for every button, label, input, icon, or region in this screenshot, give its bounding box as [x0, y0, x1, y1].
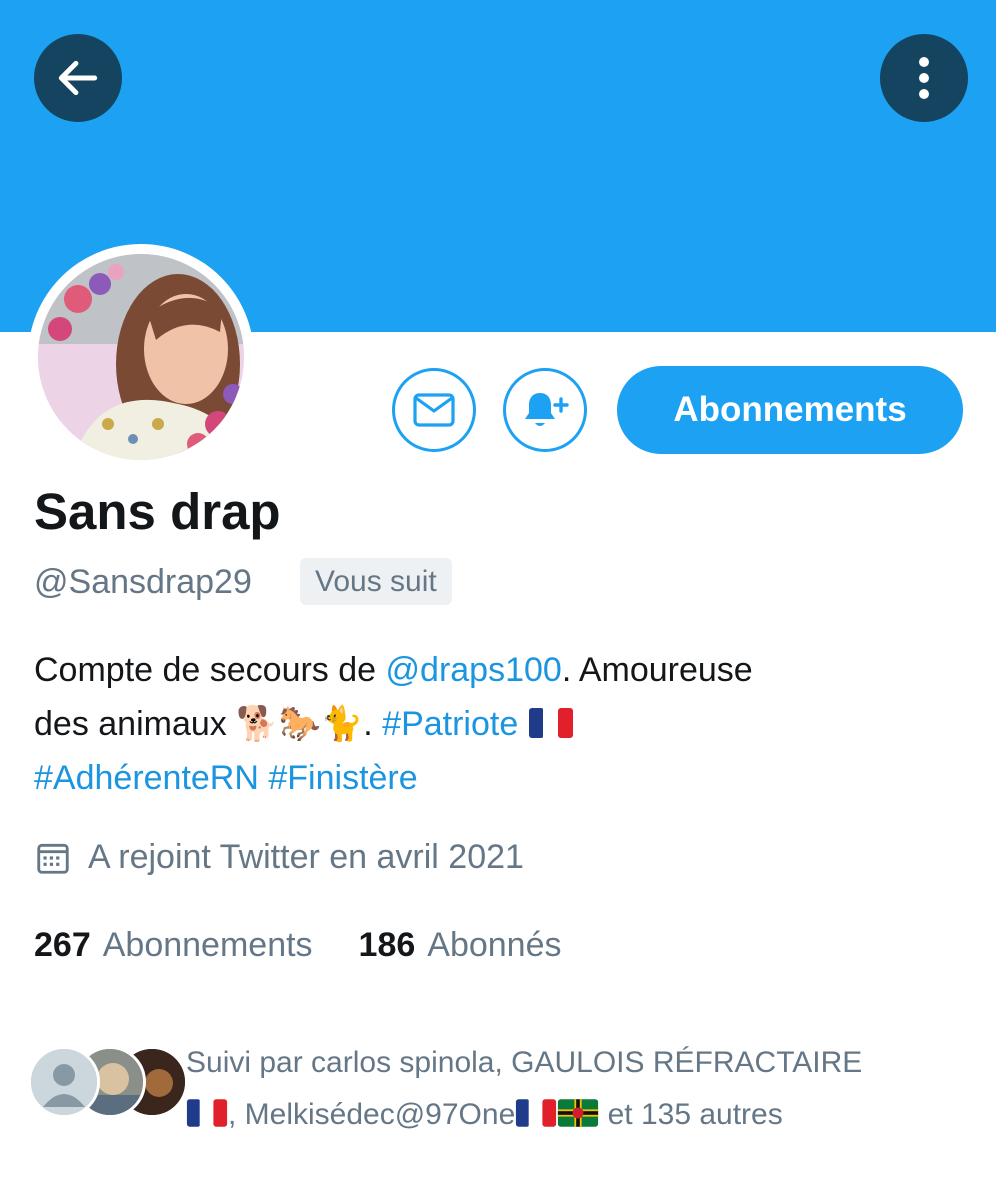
message-button[interactable]	[392, 368, 476, 452]
dominica-flag-icon	[558, 1099, 599, 1127]
followers-stat[interactable]: 186 Abonnés	[359, 926, 562, 965]
username-handle: @Sansdrap29	[34, 563, 252, 601]
avatar	[28, 1046, 100, 1118]
calendar-icon	[37, 843, 69, 874]
following-button[interactable]: Abonnements	[617, 366, 963, 454]
follow-stats: 267 Abonnements 186 Abonnés	[34, 926, 562, 965]
animal-emojis: 🐕🐎🐈	[236, 705, 364, 743]
followed-by-part: et 135 autres	[599, 1098, 783, 1131]
followed-by-text[interactable]: Suivi par carlos spinola, GAULOIS RÉFRAC…	[186, 1037, 976, 1141]
follows-you-badge: Vous suit	[300, 558, 452, 605]
following-label: Abonnements	[102, 926, 313, 964]
profile-bio: Compte de secours de @draps100. Amoureus…	[34, 643, 974, 805]
bio-text: .	[363, 705, 383, 743]
bell-plus-icon	[525, 393, 569, 426]
france-flag-icon	[528, 708, 573, 739]
display-name: Sans drap	[34, 483, 281, 540]
hashtag-finistere[interactable]: #Finistère	[268, 759, 417, 797]
following-stat[interactable]: 267 Abonnements	[34, 926, 313, 965]
avatar-frame	[28, 244, 254, 470]
bio-text: . Amoureuse	[561, 651, 753, 689]
followers-count: 186	[358, 926, 416, 964]
joined-text: A rejoint Twitter en avril 2021	[88, 838, 524, 876]
joined-date: A rejoint Twitter en avril 2021	[34, 838, 524, 877]
more-options-button[interactable]	[880, 34, 968, 122]
followed-by-part: , Melkisédec@97One	[228, 1098, 516, 1131]
followers-label: Abonnés	[427, 926, 562, 964]
avatar[interactable]	[38, 254, 244, 460]
notifications-button[interactable]	[503, 368, 587, 452]
back-button[interactable]	[34, 34, 122, 122]
following-count: 267	[34, 926, 91, 964]
arrow-left-icon	[58, 60, 98, 96]
bio-text: Compte de secours de	[34, 651, 386, 689]
mention-link[interactable]: @draps100	[386, 651, 562, 689]
hashtag-adherente[interactable]: #AdhérenteRN	[34, 759, 259, 797]
default-user-icon	[31, 1049, 97, 1115]
hashtag-patriote[interactable]: #Patriote	[382, 705, 518, 743]
france-flag-icon	[186, 1099, 228, 1127]
followers-you-know-avatars[interactable]	[28, 1044, 188, 1118]
more-vertical-icon	[919, 57, 929, 99]
bio-text: des animaux	[34, 705, 237, 743]
france-flag-icon	[516, 1099, 557, 1127]
envelope-icon	[413, 393, 455, 427]
followed-by-part: Suivi par carlos spinola, GAULOIS RÉFRAC…	[186, 1046, 863, 1079]
